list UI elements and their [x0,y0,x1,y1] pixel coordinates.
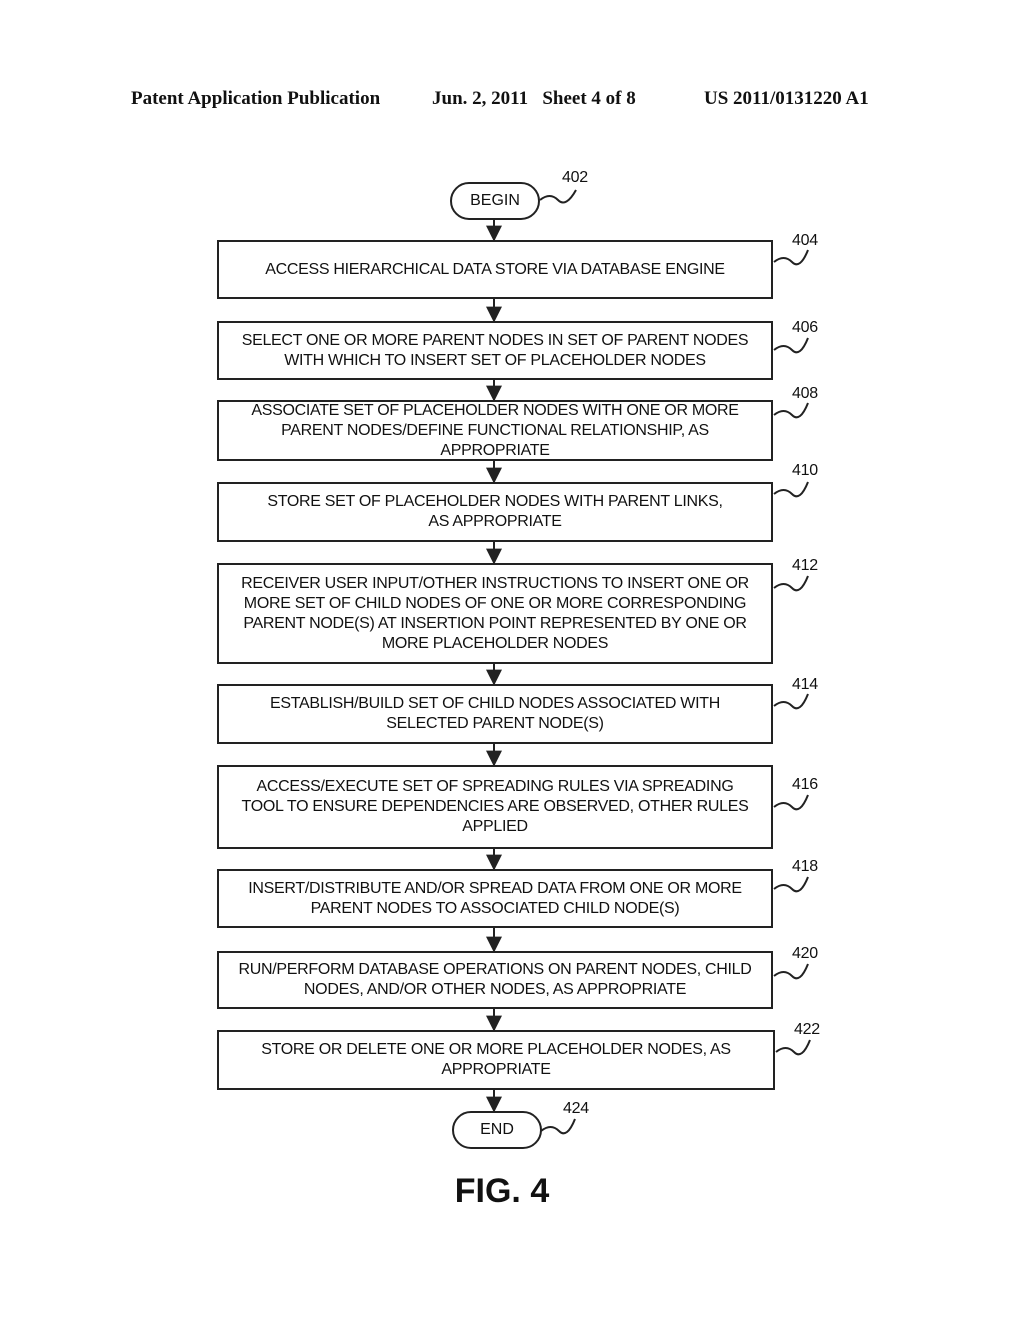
step-text: RECEIVER USER INPUT/OTHER INSTRUCTIONS T… [241,574,749,652]
ref-412: 412 [792,557,818,574]
step-412: RECEIVER USER INPUT/OTHER INSTRUCTIONS T… [217,563,773,664]
step-404: ACCESS HIERARCHICAL DATA STORE VIA DATAB… [217,240,773,299]
leader-418 [773,876,809,893]
leader-406 [773,337,809,354]
figure-label: FIG. 4 [454,1172,550,1210]
leader-424 [540,1118,576,1135]
end-label: END [480,1121,514,1138]
leader-414 [773,693,809,710]
patent-drawing-sheet: Patent Application Publication Jun. 2, 2… [0,0,1024,1320]
leader-412 [773,575,809,592]
ref-424: 424 [563,1100,589,1117]
step-text: ESTABLISH/BUILD SET OF CHILD NODES ASSOC… [270,695,720,732]
leader-408 [773,402,809,419]
step-408: ASSOCIATE SET OF PLACEHOLDER NODES WITH … [217,400,773,461]
step-text: ACCESS/EXECUTE SET OF SPREADING RULES VI… [241,778,749,835]
step-text: ACCESS HIERARCHICAL DATA STORE VIA DATAB… [265,260,725,278]
step-text: STORE SET OF PLACEHOLDER NODES WITH PARE… [267,493,723,530]
ref-404: 404 [792,232,818,249]
begin-terminal: BEGIN [450,182,540,220]
step-text: INSERT/DISTRIBUTE AND/OR SPREAD DATA FRO… [248,879,742,917]
ref-418: 418 [792,858,818,875]
leader-404 [773,249,809,266]
leader-422 [775,1039,811,1056]
leader-410 [773,481,809,498]
ref-420: 420 [792,945,818,962]
ref-406: 406 [792,319,818,336]
ref-402: 402 [562,169,588,186]
step-420: RUN/PERFORM DATABASE OPERATIONS ON PAREN… [217,951,773,1009]
step-416: ACCESS/EXECUTE SET OF SPREADING RULES VI… [217,765,773,849]
ref-422: 422 [794,1021,820,1038]
step-text: SELECT ONE OR MORE PARENT NODES IN SET O… [241,331,749,369]
leader-416 [773,794,809,811]
step-410: STORE SET OF PLACEHOLDER NODES WITH PARE… [217,482,773,542]
ref-410: 410 [792,462,818,479]
step-406: SELECT ONE OR MORE PARENT NODES IN SET O… [217,321,773,380]
end-terminal: END [452,1111,542,1149]
ref-414: 414 [792,676,818,693]
leader-402 [539,189,577,204]
step-414: ESTABLISH/BUILD SET OF CHILD NODES ASSOC… [217,684,773,744]
ref-408: 408 [792,385,818,402]
begin-label: BEGIN [470,192,520,209]
step-422: STORE OR DELETE ONE OR MORE PLACEHOLDER … [217,1030,775,1090]
step-text: STORE OR DELETE ONE OR MORE PLACEHOLDER … [261,1041,731,1078]
step-text: RUN/PERFORM DATABASE OPERATIONS ON PAREN… [238,961,752,998]
ref-416: 416 [792,776,818,793]
leader-420 [773,963,809,980]
step-418: INSERT/DISTRIBUTE AND/OR SPREAD DATA FRO… [217,869,773,928]
step-text: ASSOCIATE SET OF PLACEHOLDER NODES WITH … [251,401,739,459]
